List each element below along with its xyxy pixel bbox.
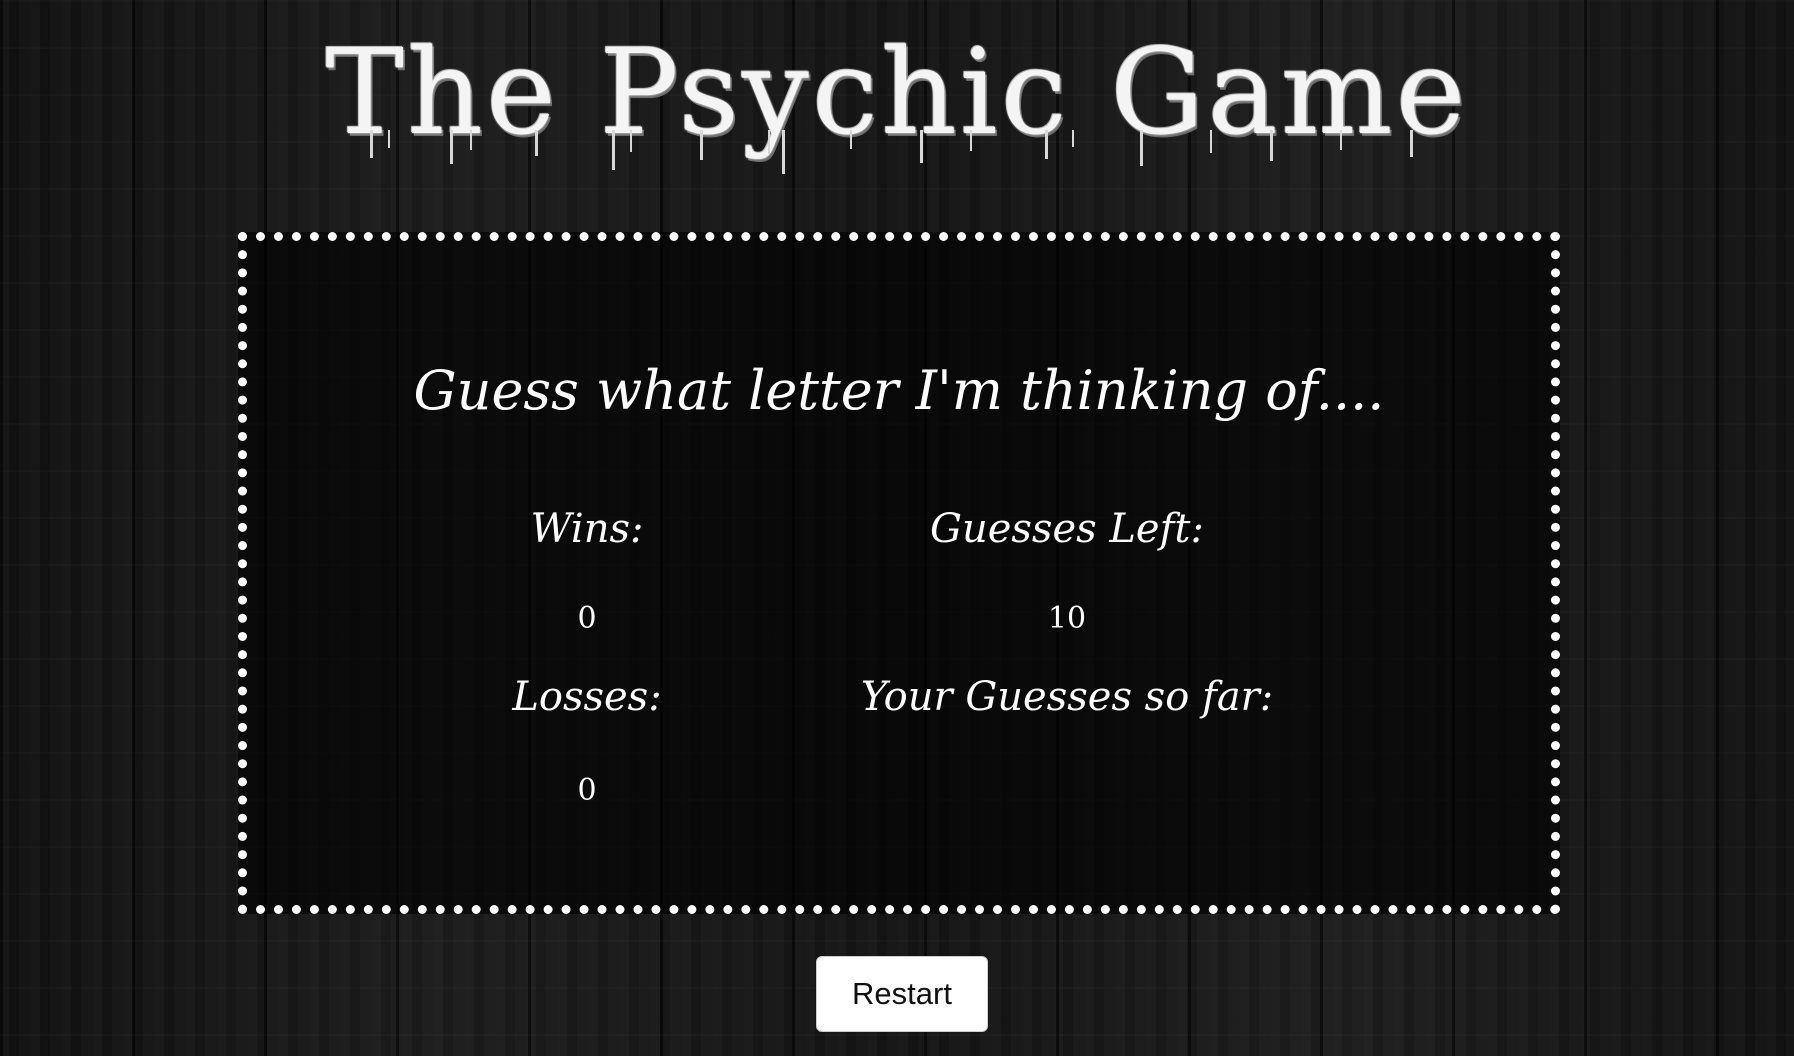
game-title: The Psychic Game: [325, 23, 1469, 161]
wins-value: 0: [577, 601, 597, 636]
wins-label: Wins:: [530, 506, 644, 552]
restart-button[interactable]: Restart: [816, 956, 988, 1032]
game-prompt: Guess what letter I'm thinking of....: [413, 359, 1385, 422]
guesses-left-label: Guesses Left:: [930, 506, 1204, 552]
game-panel: Guess what letter I'm thinking of.... Wi…: [238, 232, 1560, 914]
guesses-left-value: 10: [1047, 601, 1087, 636]
guesses-so-far-label: Your Guesses so far:: [860, 674, 1274, 720]
losses-value: 0: [577, 773, 597, 808]
losses-label: Losses:: [512, 674, 662, 720]
